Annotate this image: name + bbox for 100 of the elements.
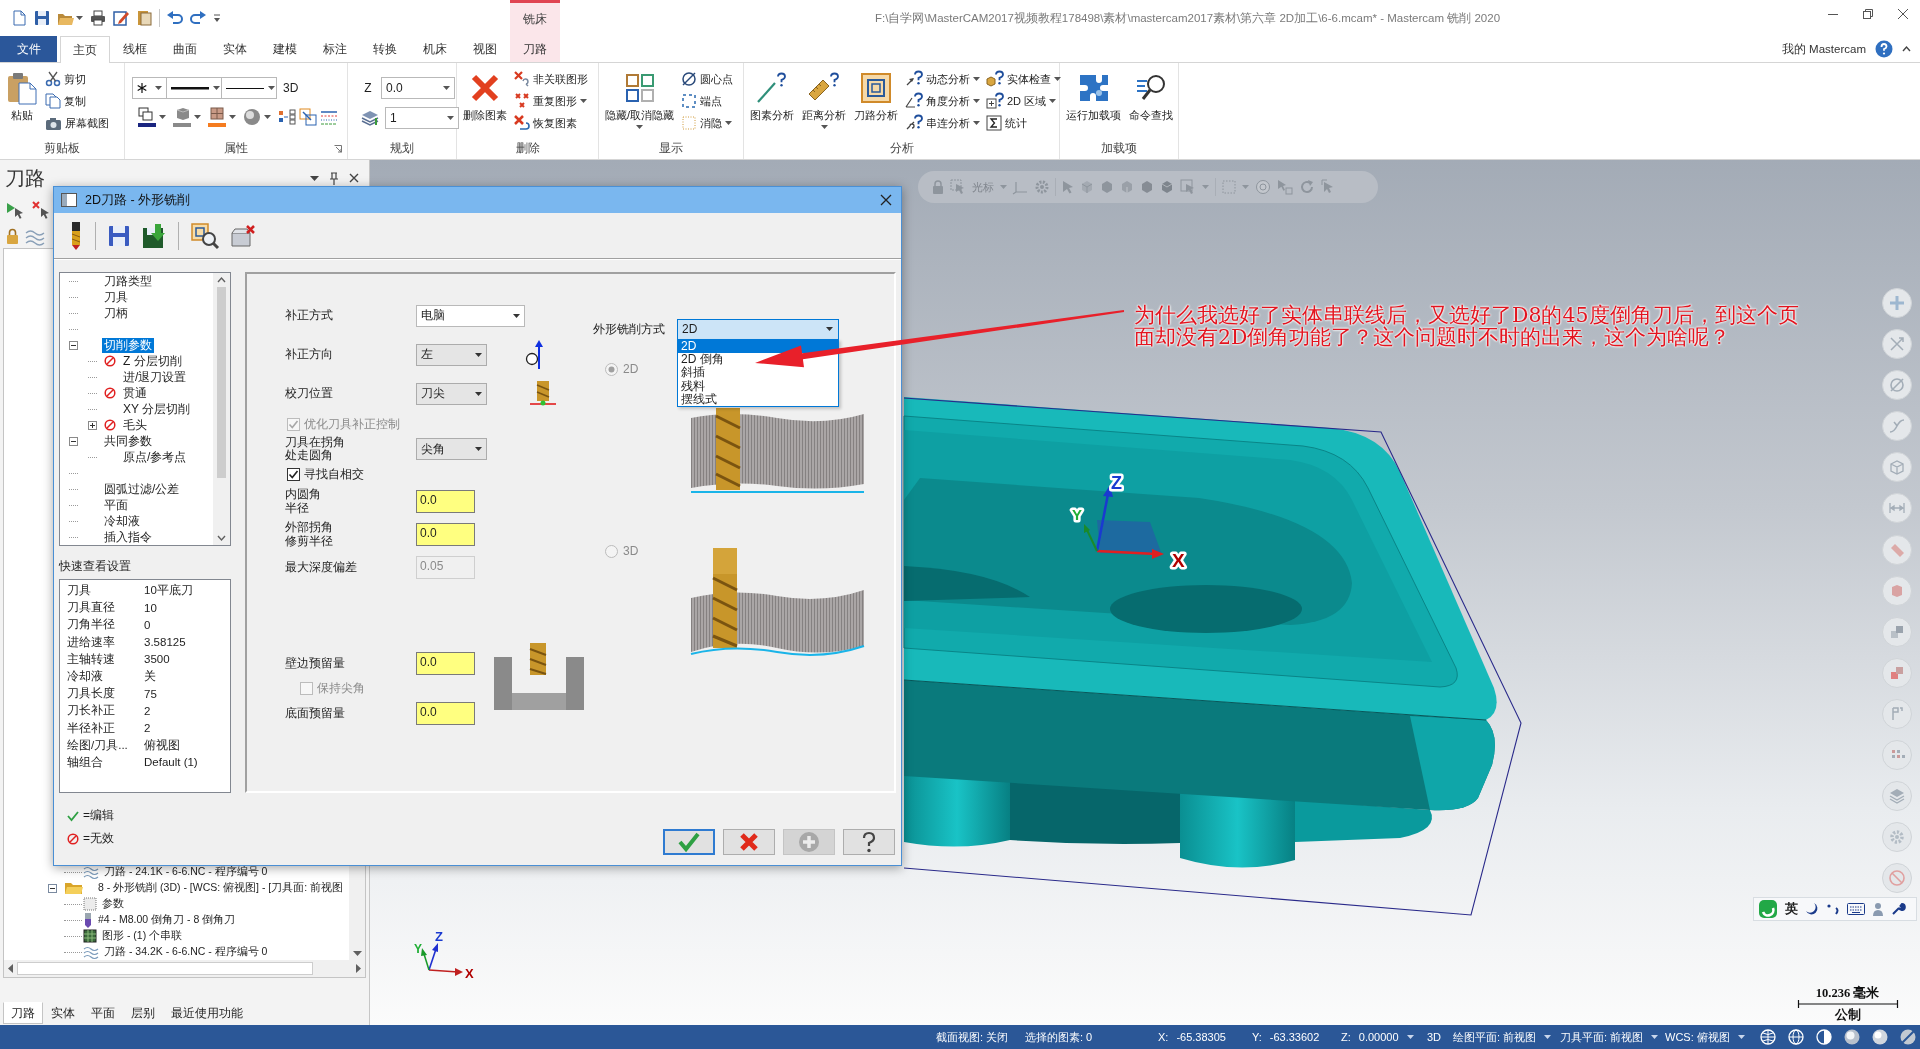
dotted-lines-icon[interactable] [320, 109, 338, 125]
sphere-icon[interactable] [1844, 1029, 1860, 1045]
wrench-icon[interactable] [1891, 902, 1905, 916]
minus-box-icon[interactable] [48, 883, 57, 893]
ribbon-button[interactable]: 距离分析 [799, 68, 849, 131]
ribbon-button[interactable]: 端点 [679, 91, 736, 111]
ime-logo-icon[interactable] [1758, 899, 1778, 919]
scrollbar[interactable] [349, 864, 365, 960]
panel-tab[interactable]: 最近使用功能 [163, 1002, 251, 1024]
dropdown-option[interactable]: 残料 [678, 379, 838, 394]
box-x-icon[interactable] [231, 224, 255, 247]
chevron-left-icon[interactable] [8, 964, 13, 973]
ribbon-tab[interactable]: 线框 [110, 36, 160, 62]
status-item[interactable]: 绘图平面: 前视图 [1453, 1029, 1537, 1045]
panel-tab[interactable]: 刀路 [3, 1002, 43, 1024]
checkbox[interactable] [287, 467, 300, 481]
ribbon-button[interactable]: 隐藏/取消隐藏 [602, 68, 678, 131]
scrollbar-thumb[interactable] [217, 287, 226, 478]
globe-icon[interactable] [1788, 1029, 1804, 1045]
input-field[interactable]: 0.0 [416, 523, 475, 546]
close-icon[interactable] [1897, 9, 1908, 19]
launcher-icon[interactable] [334, 145, 342, 153]
ribbon-tab[interactable]: 建模 [260, 36, 310, 62]
help-icon[interactable] [1875, 40, 1893, 58]
account-link[interactable]: 我的 Mastercam [1781, 41, 1866, 57]
ribbon-tab[interactable]: 视图 [460, 36, 510, 62]
keyboard-icon[interactable] [1847, 903, 1865, 915]
dot-grid-icon[interactable] [1882, 740, 1912, 771]
printer-icon[interactable] [90, 10, 106, 26]
pin-icon[interactable] [329, 171, 339, 185]
tree-item[interactable]: 平面 [102, 497, 130, 513]
customize-icon[interactable] [213, 14, 221, 22]
tree-item[interactable]: 圆弧过滤/公差 [102, 481, 182, 497]
ribbon-tab[interactable]: 曲面 [160, 36, 210, 62]
ribbon-tab[interactable]: 文件 [0, 36, 57, 62]
tree-item[interactable]: 刀柄 [102, 305, 130, 321]
globe-icon[interactable] [1760, 1029, 1776, 1045]
ribbon-button[interactable]: 恢复图素 [512, 113, 590, 133]
z-depth-dropdown[interactable]: 0.0 [381, 77, 455, 99]
chevron-up-icon[interactable] [217, 277, 226, 283]
color-grid-icon[interactable] [278, 109, 296, 125]
dropdown[interactable]: 电脑 [416, 304, 525, 327]
tree-item[interactable]: 贯通 [121, 385, 149, 401]
ribbon-button[interactable]: 重复图形 [512, 91, 590, 111]
point-style-dropdown[interactable] [132, 77, 167, 99]
sphere-slash-icon[interactable] [1900, 1029, 1916, 1045]
tree-item[interactable]: 刀路 - 34.2K - 6-6.NC - 程序编号 0 [104, 945, 268, 959]
overlap-squares-icon[interactable] [1882, 616, 1912, 647]
ribbon-tab[interactable]: 机床 [410, 36, 460, 62]
ribbon-button[interactable]: 屏幕截图 [43, 113, 111, 133]
cube-icon[interactable] [1160, 180, 1174, 194]
redo-icon[interactable] [190, 11, 206, 25]
dropdown-option[interactable]: 2D [678, 339, 838, 353]
tree-item[interactable]: 毛头 [121, 417, 149, 433]
tree-item[interactable]: 刀路类型 [102, 273, 154, 289]
tree-item[interactable]: 插入指令 [102, 529, 154, 545]
tree-item[interactable]: 图形 - (1) 个串联 [102, 929, 183, 943]
chevron-right-icon[interactable] [356, 964, 361, 973]
ribbon-button[interactable]: 动态分析 [903, 69, 982, 89]
ribbon-button[interactable]: 非关联图形 [512, 69, 590, 89]
ribbon-button[interactable]: 删除图素 [460, 68, 510, 125]
tree-item[interactable]: 冷却液 [102, 513, 142, 529]
overlap-squares-icon[interactable] [1882, 657, 1912, 688]
mode-label[interactable]: 3D [283, 81, 299, 95]
plus-box-icon[interactable] [88, 420, 97, 430]
undo-icon[interactable] [167, 11, 183, 25]
ribbon-button[interactable]: 命令查找 [1126, 68, 1176, 125]
tree-item[interactable]: 共同参数 [102, 433, 154, 449]
input-field[interactable]: 0.0 [416, 490, 475, 513]
ribbon-tab[interactable]: 主页 [60, 36, 110, 63]
ribbon-button[interactable]: 剪切 [43, 69, 111, 89]
sphere-icon[interactable] [243, 108, 261, 126]
dropdown[interactable]: 尖角 [416, 438, 487, 460]
ribbon-tab[interactable]: 标注 [310, 36, 360, 62]
half-globe-icon[interactable] [1816, 1029, 1832, 1045]
ribbon-button[interactable]: 串连分析 [903, 113, 982, 133]
document-stack-icon[interactable] [136, 10, 152, 26]
ribbon-button[interactable]: 消隐 [679, 113, 736, 133]
scrollbar[interactable] [4, 960, 365, 977]
ribbon-button[interactable]: 圆心点 [679, 69, 736, 89]
chevron-down-icon[interactable] [217, 535, 226, 541]
ok-button[interactable] [663, 829, 715, 855]
tree-item[interactable]: 刀路 - 24.1K - 6-6.NC - 程序编号 0 [104, 865, 268, 879]
save-icon[interactable] [34, 10, 50, 26]
ribbon-button[interactable]: 实体检查 [984, 69, 1063, 89]
scrollbar-thumb[interactable] [17, 962, 313, 975]
magnifier-square-icon[interactable] [191, 222, 219, 249]
panel-tab[interactable]: 实体 [43, 1002, 83, 1024]
restore-icon[interactable] [1862, 9, 1873, 19]
line-style-dropdown[interactable] [166, 77, 222, 99]
tree-item[interactable]: #4 - M8.00 倒角刀 - 8 倒角刀 [98, 913, 236, 927]
tree-item[interactable]: 参数 [102, 897, 124, 911]
close-icon[interactable] [880, 194, 892, 206]
minus-box-icon[interactable] [69, 436, 78, 446]
ribbon-button[interactable]: 运行加载项 [1063, 68, 1124, 125]
endmill-icon[interactable] [69, 221, 83, 250]
input-field[interactable]: 0.0 [416, 702, 475, 725]
line-width-dropdown[interactable] [221, 77, 277, 99]
close-icon[interactable] [349, 173, 359, 183]
tree-item[interactable]: XY 分层切削 [121, 401, 193, 417]
